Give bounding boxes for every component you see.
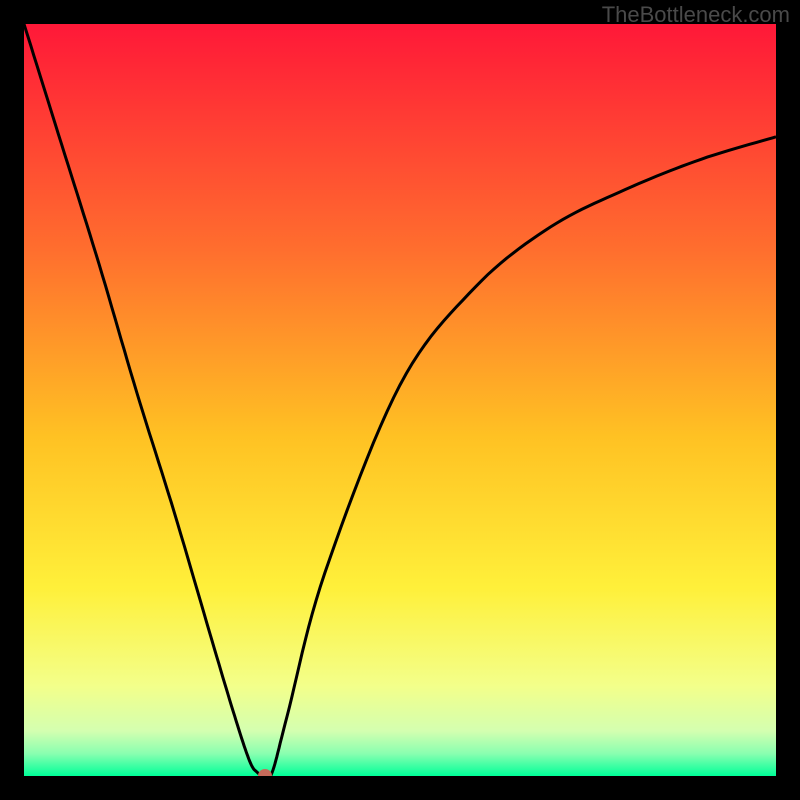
- chart-plot-area: [24, 24, 776, 776]
- watermark-text: TheBottleneck.com: [602, 2, 790, 28]
- chart-curve: [24, 24, 776, 776]
- chart-marker-dot: [258, 769, 272, 776]
